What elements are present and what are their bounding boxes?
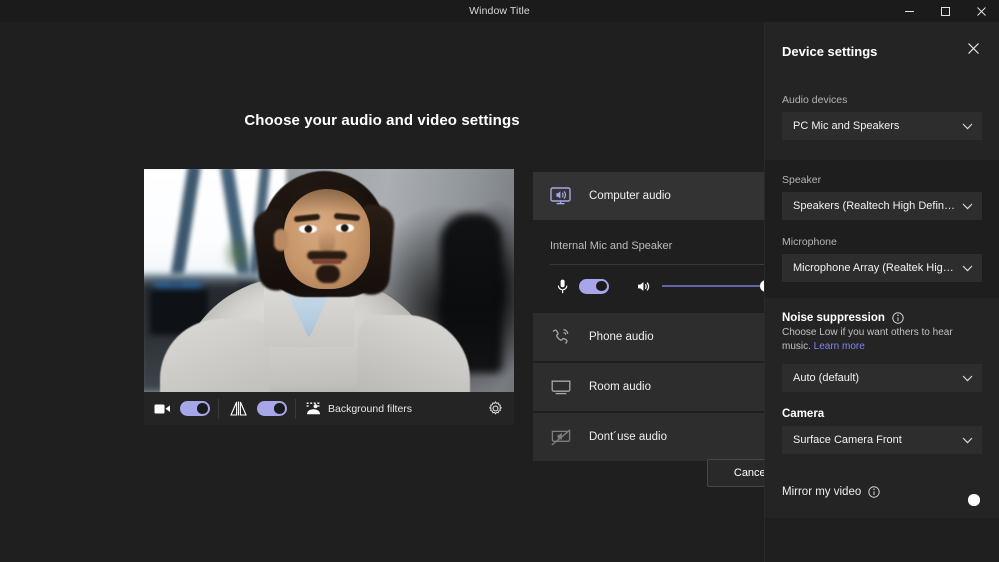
chevron-down-icon	[956, 203, 973, 210]
speaker-label: Speaker	[782, 174, 982, 186]
speaker-value: Speakers (Realtech High Definit...)	[793, 200, 956, 212]
camera-select[interactable]: Surface Camera Front	[782, 426, 982, 454]
preview-settings-button[interactable]	[488, 401, 514, 416]
learn-more-link[interactable]: Learn more	[814, 341, 865, 352]
maximize-button[interactable]	[927, 0, 963, 22]
background-filters-label: Background filters	[328, 403, 412, 415]
chevron-down-icon	[956, 437, 973, 444]
title-bar: Window Title	[0, 0, 999, 22]
mirror-video-toggle[interactable]	[257, 401, 287, 416]
microphone-select[interactable]: Microphone Array (Realtek High...	[782, 254, 982, 282]
audio-devices-section: Audio devices PC Mic and Speakers	[765, 80, 999, 160]
window-title: Window Title	[469, 5, 530, 17]
sidebar-spacer	[765, 498, 999, 518]
speaker-select[interactable]: Speakers (Realtech High Definit...)	[782, 192, 982, 220]
audio-devices-label: Audio devices	[782, 94, 982, 106]
noise-suppression-title-row: Noise suppression	[782, 312, 982, 324]
microphone-icon	[557, 279, 568, 294]
room-display-icon	[550, 380, 571, 395]
audio-option-none-label: Dont´use audio	[589, 431, 667, 443]
video-toggle-group[interactable]	[144, 392, 218, 425]
mirror-my-video-label: Mirror my video	[782, 486, 861, 498]
close-icon	[976, 6, 987, 17]
person-nose	[319, 229, 335, 253]
computer-audio-icon	[550, 187, 571, 205]
person-ear	[274, 229, 288, 251]
speaker-microphone-section: Speaker Speakers (Realtech High Definit.…	[765, 160, 999, 298]
noise-suppression-select[interactable]: Auto (default)	[782, 364, 982, 392]
mirror-icon	[229, 401, 248, 416]
volume-slider[interactable]	[662, 279, 780, 293]
close-button[interactable]	[963, 0, 999, 22]
person-mouth	[312, 259, 342, 264]
sidebar-tail	[765, 518, 999, 562]
device-settings-title: Device settings	[782, 44, 877, 59]
preview-control-bar: Background filters	[144, 392, 514, 425]
background-filters-icon	[306, 402, 321, 415]
mirror-my-video-row: Mirror my video	[765, 472, 999, 498]
chevron-down-icon	[956, 123, 973, 130]
device-settings-close-button[interactable]	[961, 39, 985, 63]
maximize-icon	[940, 6, 951, 17]
no-audio-icon	[550, 429, 571, 446]
camera-label: Camera	[782, 408, 982, 420]
minimize-icon	[904, 6, 915, 17]
minimize-button[interactable]	[891, 0, 927, 22]
noise-suppression-helper: Choose Low if you want others to hear mu…	[782, 326, 982, 354]
background-filters-button[interactable]: Background filters	[296, 392, 420, 425]
video-camera-icon	[154, 402, 171, 415]
noise-suppression-value: Auto (default)	[793, 372, 859, 384]
microphone-toggle[interactable]	[579, 279, 609, 294]
info-icon[interactable]	[868, 486, 880, 498]
noise-suppression-helper-text: Choose Low if you want others to hear mu…	[782, 327, 953, 352]
audio-devices-value: PC Mic and Speakers	[793, 120, 899, 132]
camera-value: Surface Camera Front	[793, 434, 902, 446]
person-eye-left	[299, 225, 317, 233]
person-eye-right	[336, 224, 354, 232]
device-settings-header: Device settings	[765, 22, 999, 80]
microphone-value: Microphone Array (Realtek High...	[793, 262, 956, 274]
background-plant	[222, 231, 252, 269]
page-title: Choose your audio and video settings	[0, 112, 764, 129]
chevron-down-icon	[956, 265, 973, 272]
device-settings-panel: Device settings Audio devices PC Mic and…	[764, 22, 999, 562]
app-window: Window Title Choose your audio and video…	[0, 0, 999, 562]
microphone-label: Microphone	[782, 236, 982, 248]
person-goatee	[316, 265, 340, 283]
video-feed	[144, 169, 514, 392]
audio-devices-select[interactable]: PC Mic and Speakers	[782, 112, 982, 140]
video-toggle[interactable]	[180, 401, 210, 416]
noise-suppression-label: Noise suppression	[782, 312, 885, 324]
audio-option-phone-label: Phone audio	[589, 331, 654, 343]
video-preview: Background filters	[144, 169, 514, 425]
person-forehead	[284, 187, 370, 213]
speaker-icon	[637, 280, 651, 293]
close-icon	[967, 42, 980, 60]
gear-icon	[488, 401, 503, 416]
audio-option-computer-label: Computer audio	[589, 190, 671, 202]
noise-suppression-section: Noise suppression Choose Low if you want…	[765, 298, 999, 472]
audio-option-room-label: Room audio	[589, 381, 651, 393]
window-controls	[891, 0, 999, 22]
mirror-toggle-group[interactable]	[219, 392, 295, 425]
phone-icon	[550, 328, 571, 346]
chevron-down-icon	[956, 375, 973, 382]
main-stage: Choose your audio and video settings	[0, 22, 764, 562]
info-icon[interactable]	[892, 312, 904, 324]
